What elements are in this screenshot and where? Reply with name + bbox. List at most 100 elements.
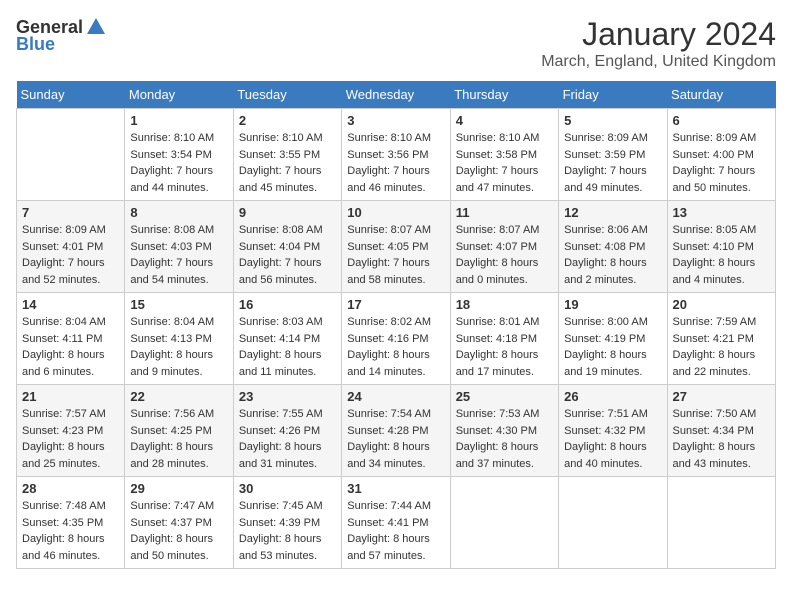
day-number: 1 [130, 113, 227, 128]
sunrise-text: Sunrise: 8:06 AM [564, 222, 661, 239]
sunrise-text: Sunrise: 7:51 AM [564, 406, 661, 423]
daylight-text: Daylight: 8 hours and 57 minutes. [347, 531, 444, 564]
daylight-text: Daylight: 8 hours and 9 minutes. [130, 347, 227, 380]
calendar-cell-w4-d3: 24 Sunrise: 7:54 AM Sunset: 4:28 PM Dayl… [342, 385, 450, 477]
daylight-text: Daylight: 7 hours and 56 minutes. [239, 255, 336, 288]
sunset-text: Sunset: 4:18 PM [456, 331, 553, 348]
week-row-4: 21 Sunrise: 7:57 AM Sunset: 4:23 PM Dayl… [17, 385, 776, 477]
sunset-text: Sunset: 3:59 PM [564, 147, 661, 164]
week-row-3: 14 Sunrise: 8:04 AM Sunset: 4:11 PM Dayl… [17, 293, 776, 385]
week-row-5: 28 Sunrise: 7:48 AM Sunset: 4:35 PM Dayl… [17, 477, 776, 569]
day-info: Sunrise: 8:04 AM Sunset: 4:13 PM Dayligh… [130, 314, 227, 380]
day-info: Sunrise: 8:10 AM Sunset: 3:58 PM Dayligh… [456, 130, 553, 196]
day-info: Sunrise: 8:04 AM Sunset: 4:11 PM Dayligh… [22, 314, 119, 380]
day-info: Sunrise: 8:07 AM Sunset: 4:05 PM Dayligh… [347, 222, 444, 288]
calendar-cell-w1-d2: 2 Sunrise: 8:10 AM Sunset: 3:55 PM Dayli… [233, 109, 341, 201]
calendar-cell-w3-d0: 14 Sunrise: 8:04 AM Sunset: 4:11 PM Dayl… [17, 293, 125, 385]
sunrise-text: Sunrise: 7:55 AM [239, 406, 336, 423]
sunrise-text: Sunrise: 8:03 AM [239, 314, 336, 331]
sunset-text: Sunset: 4:10 PM [673, 239, 770, 256]
sunrise-text: Sunrise: 7:48 AM [22, 498, 119, 515]
day-number: 29 [130, 481, 227, 496]
sunrise-text: Sunrise: 7:47 AM [130, 498, 227, 515]
sunrise-text: Sunrise: 8:08 AM [239, 222, 336, 239]
calendar-cell-w5-d4 [450, 477, 558, 569]
daylight-text: Daylight: 7 hours and 47 minutes. [456, 163, 553, 196]
sunset-text: Sunset: 4:25 PM [130, 423, 227, 440]
day-number: 3 [347, 113, 444, 128]
sunset-text: Sunset: 4:37 PM [130, 515, 227, 532]
day-info: Sunrise: 7:53 AM Sunset: 4:30 PM Dayligh… [456, 406, 553, 472]
sunset-text: Sunset: 4:39 PM [239, 515, 336, 532]
daylight-text: Daylight: 7 hours and 50 minutes. [673, 163, 770, 196]
day-info: Sunrise: 8:05 AM Sunset: 4:10 PM Dayligh… [673, 222, 770, 288]
day-info: Sunrise: 7:44 AM Sunset: 4:41 PM Dayligh… [347, 498, 444, 564]
day-info: Sunrise: 7:50 AM Sunset: 4:34 PM Dayligh… [673, 406, 770, 472]
calendar-cell-w3-d4: 18 Sunrise: 8:01 AM Sunset: 4:18 PM Dayl… [450, 293, 558, 385]
calendar-cell-w2-d2: 9 Sunrise: 8:08 AM Sunset: 4:04 PM Dayli… [233, 201, 341, 293]
sunrise-text: Sunrise: 8:10 AM [239, 130, 336, 147]
day-number: 7 [22, 205, 119, 220]
sunrise-text: Sunrise: 8:02 AM [347, 314, 444, 331]
sunrise-text: Sunrise: 8:09 AM [564, 130, 661, 147]
calendar-cell-w3-d3: 17 Sunrise: 8:02 AM Sunset: 4:16 PM Dayl… [342, 293, 450, 385]
day-number: 24 [347, 389, 444, 404]
day-info: Sunrise: 8:06 AM Sunset: 4:08 PM Dayligh… [564, 222, 661, 288]
sunset-text: Sunset: 4:23 PM [22, 423, 119, 440]
sunset-text: Sunset: 4:19 PM [564, 331, 661, 348]
sunrise-text: Sunrise: 8:10 AM [456, 130, 553, 147]
calendar-cell-w4-d2: 23 Sunrise: 7:55 AM Sunset: 4:26 PM Dayl… [233, 385, 341, 477]
calendar-cell-w4-d0: 21 Sunrise: 7:57 AM Sunset: 4:23 PM Dayl… [17, 385, 125, 477]
day-info: Sunrise: 7:56 AM Sunset: 4:25 PM Dayligh… [130, 406, 227, 472]
daylight-text: Daylight: 8 hours and 37 minutes. [456, 439, 553, 472]
logo-icon [85, 16, 107, 38]
daylight-text: Daylight: 7 hours and 49 minutes. [564, 163, 661, 196]
day-number: 8 [130, 205, 227, 220]
header-tuesday: Tuesday [233, 81, 341, 109]
daylight-text: Daylight: 7 hours and 52 minutes. [22, 255, 119, 288]
daylight-text: Daylight: 8 hours and 43 minutes. [673, 439, 770, 472]
day-number: 12 [564, 205, 661, 220]
sunset-text: Sunset: 4:16 PM [347, 331, 444, 348]
calendar-cell-w2-d4: 11 Sunrise: 8:07 AM Sunset: 4:07 PM Dayl… [450, 201, 558, 293]
day-info: Sunrise: 7:47 AM Sunset: 4:37 PM Dayligh… [130, 498, 227, 564]
day-number: 13 [673, 205, 770, 220]
calendar-cell-w5-d0: 28 Sunrise: 7:48 AM Sunset: 4:35 PM Dayl… [17, 477, 125, 569]
location-subtitle: March, England, United Kingdom [541, 53, 776, 71]
sunset-text: Sunset: 4:08 PM [564, 239, 661, 256]
day-number: 17 [347, 297, 444, 312]
calendar-cell-w1-d1: 1 Sunrise: 8:10 AM Sunset: 3:54 PM Dayli… [125, 109, 233, 201]
daylight-text: Daylight: 8 hours and 0 minutes. [456, 255, 553, 288]
sunset-text: Sunset: 4:30 PM [456, 423, 553, 440]
sunrise-text: Sunrise: 7:50 AM [673, 406, 770, 423]
day-info: Sunrise: 7:54 AM Sunset: 4:28 PM Dayligh… [347, 406, 444, 472]
day-number: 18 [456, 297, 553, 312]
calendar-cell-w3-d2: 16 Sunrise: 8:03 AM Sunset: 4:14 PM Dayl… [233, 293, 341, 385]
sunrise-text: Sunrise: 8:10 AM [347, 130, 444, 147]
calendar-cell-w1-d4: 4 Sunrise: 8:10 AM Sunset: 3:58 PM Dayli… [450, 109, 558, 201]
sunrise-text: Sunrise: 7:53 AM [456, 406, 553, 423]
sunset-text: Sunset: 4:03 PM [130, 239, 227, 256]
header-sunday: Sunday [17, 81, 125, 109]
day-info: Sunrise: 8:10 AM Sunset: 3:56 PM Dayligh… [347, 130, 444, 196]
header-friday: Friday [559, 81, 667, 109]
day-info: Sunrise: 7:55 AM Sunset: 4:26 PM Dayligh… [239, 406, 336, 472]
daylight-text: Daylight: 7 hours and 58 minutes. [347, 255, 444, 288]
calendar-cell-w3-d5: 19 Sunrise: 8:00 AM Sunset: 4:19 PM Dayl… [559, 293, 667, 385]
day-number: 19 [564, 297, 661, 312]
sunset-text: Sunset: 4:07 PM [456, 239, 553, 256]
sunset-text: Sunset: 4:04 PM [239, 239, 336, 256]
day-number: 2 [239, 113, 336, 128]
sunrise-text: Sunrise: 7:44 AM [347, 498, 444, 515]
sunset-text: Sunset: 4:32 PM [564, 423, 661, 440]
day-number: 5 [564, 113, 661, 128]
calendar-cell-w2-d3: 10 Sunrise: 8:07 AM Sunset: 4:05 PM Dayl… [342, 201, 450, 293]
calendar-cell-w2-d5: 12 Sunrise: 8:06 AM Sunset: 4:08 PM Dayl… [559, 201, 667, 293]
sunrise-text: Sunrise: 8:00 AM [564, 314, 661, 331]
daylight-text: Daylight: 8 hours and 22 minutes. [673, 347, 770, 380]
day-info: Sunrise: 7:59 AM Sunset: 4:21 PM Dayligh… [673, 314, 770, 380]
sunset-text: Sunset: 4:14 PM [239, 331, 336, 348]
sunrise-text: Sunrise: 8:04 AM [22, 314, 119, 331]
daylight-text: Daylight: 7 hours and 45 minutes. [239, 163, 336, 196]
sunrise-text: Sunrise: 7:59 AM [673, 314, 770, 331]
